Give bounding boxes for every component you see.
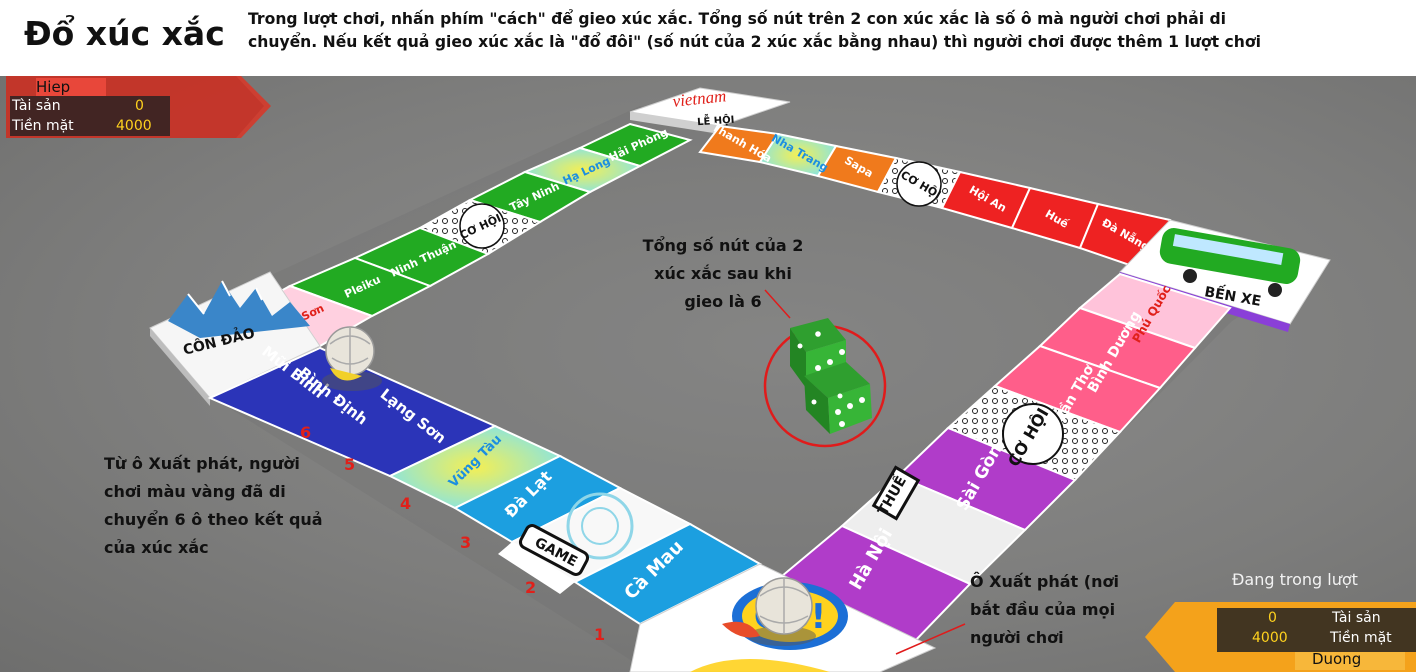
player-bottom-assets-label: Tài sản xyxy=(1332,610,1381,626)
step-number-2: 2 xyxy=(525,578,537,597)
step-number-6: 6 xyxy=(300,423,312,442)
player-bottom-assets-value: 0 xyxy=(1268,610,1277,626)
player-top-assets-label: Tài sản xyxy=(12,98,61,114)
player-top-assets-value: 0 xyxy=(135,98,144,114)
instruction-text: Trong lượt chơi, nhấn phím "cách" để gie… xyxy=(248,8,1413,54)
step-number-5: 5 xyxy=(344,455,356,474)
step-number-4: 4 xyxy=(400,494,412,513)
step-number-3: 3 xyxy=(460,533,472,552)
player-top-cash-label: Tiền mặt xyxy=(12,118,74,134)
instruction-line-2: chuyển. Nếu kết quả gieo xúc xắc là "đổ … xyxy=(248,33,1261,51)
player-bottom-cash-label: Tiền mặt xyxy=(1330,630,1392,646)
header: Đổ xúc xắc Trong lượt chơi, nhấn phím "c… xyxy=(0,0,1416,76)
player-bottom-cash-value: 4000 xyxy=(1252,630,1288,646)
turn-status: Đang trong lượt xyxy=(1232,570,1358,589)
page-title: Đổ xúc xắc xyxy=(24,14,225,53)
annotation-moved: Từ ô Xuất phát, người chơi màu vàng đã d… xyxy=(104,454,323,557)
step-number-1: 1 xyxy=(594,625,606,644)
player-bottom-name: Duong xyxy=(1312,650,1362,668)
annotation-start: Ô Xuất phát (nơi bắt đầu của mọi người c… xyxy=(970,572,1119,647)
player-top-cash-value: 4000 xyxy=(116,118,152,134)
instruction-line-1: Trong lượt chơi, nhấn phím "cách" để gie… xyxy=(248,10,1227,28)
game-board: vietnam LỄ HỘI Hải Phòng Hạ Long Tây Nin… xyxy=(149,86,1331,672)
annotation-dice: Tổng số nút của 2 xúc xắc sau khi gieo l… xyxy=(642,236,804,311)
player-top-name: Hiep xyxy=(36,78,71,96)
